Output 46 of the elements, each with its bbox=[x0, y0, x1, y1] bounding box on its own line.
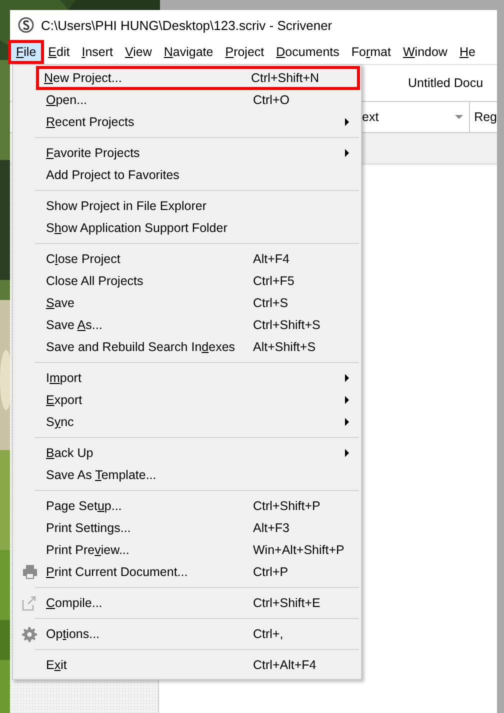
submenu-arrow-icon bbox=[345, 396, 349, 404]
menu-item[interactable]: Export bbox=[13, 389, 361, 411]
menu-item[interactable]: Print Settings... Alt+F3 bbox=[13, 517, 361, 539]
submenu-arrow-icon bbox=[345, 149, 349, 157]
menu-item[interactable]: Insert bbox=[76, 42, 119, 62]
menu-item[interactable]: Print Preview... Win+Alt+Shift+P bbox=[13, 539, 361, 561]
document-title: Untitled Docu bbox=[408, 76, 484, 90]
menu-item[interactable]: Format bbox=[345, 42, 397, 62]
menu-item[interactable]: Back Up bbox=[13, 442, 361, 464]
menu-item[interactable]: Page Setup... Ctrl+Shift+P bbox=[13, 495, 361, 517]
menu-item[interactable]: View bbox=[118, 42, 158, 62]
menu-item[interactable]: Exit Ctrl+Alt+F4 bbox=[13, 654, 361, 676]
menu-item[interactable]: Save and Rebuild Search Indexes Alt+Shift+S bbox=[13, 336, 361, 358]
menu-item[interactable]: Close All Projects Ctrl+F5 bbox=[13, 270, 361, 292]
menu-item[interactable]: Project bbox=[219, 42, 270, 62]
caret-icon bbox=[455, 115, 464, 119]
menu-item[interactable]: File bbox=[10, 42, 42, 62]
menu-item[interactable]: Edit bbox=[42, 42, 76, 62]
menu-item[interactable]: Navigate bbox=[158, 42, 220, 62]
printer-icon bbox=[22, 565, 38, 579]
export-icon bbox=[22, 596, 37, 610]
menu-item[interactable]: Favorite Projects bbox=[13, 142, 361, 164]
menu-item[interactable]: New Project... Ctrl+Shift+N bbox=[37, 67, 359, 89]
menu-item[interactable]: Close Project Alt+F4 bbox=[13, 248, 361, 270]
submenu-arrow-icon bbox=[345, 418, 349, 426]
menu-item[interactable]: Documents bbox=[270, 42, 346, 62]
menu-item[interactable]: Print Current Document... Ctrl+P bbox=[13, 561, 361, 583]
submenu-arrow-icon bbox=[345, 118, 349, 126]
menu-item[interactable]: Show Application Support Folder bbox=[13, 217, 361, 239]
menu-item[interactable]: Import bbox=[13, 367, 361, 389]
submenu-arrow-icon bbox=[345, 374, 349, 382]
menu-item[interactable]: Sync bbox=[13, 411, 361, 433]
menu-item[interactable]: Options... Ctrl+, bbox=[13, 623, 361, 645]
menu-item[interactable]: Add Project to Favorites bbox=[13, 164, 361, 186]
window-title: C:\Users\PHI HUNG\Desktop\123.scriv - Scrivener bbox=[41, 18, 332, 32]
font-field[interactable]: Reg bbox=[470, 102, 497, 132]
app-icon bbox=[18, 17, 34, 33]
submenu-arrow-icon bbox=[345, 449, 349, 457]
menu-item[interactable]: Save As... Ctrl+Shift+S bbox=[13, 314, 361, 336]
gear-icon bbox=[22, 626, 37, 642]
menu-item[interactable]: Compile... Ctrl+Shift+E bbox=[13, 592, 361, 614]
menu-item[interactable]: Window bbox=[396, 42, 454, 62]
menu-item[interactable]: Show Project in File Explorer bbox=[13, 195, 361, 217]
menu-item[interactable]: He bbox=[453, 42, 482, 62]
menu-item[interactable]: Save As Template... bbox=[13, 464, 361, 486]
menu-item[interactable]: Save Ctrl+S bbox=[13, 292, 361, 314]
